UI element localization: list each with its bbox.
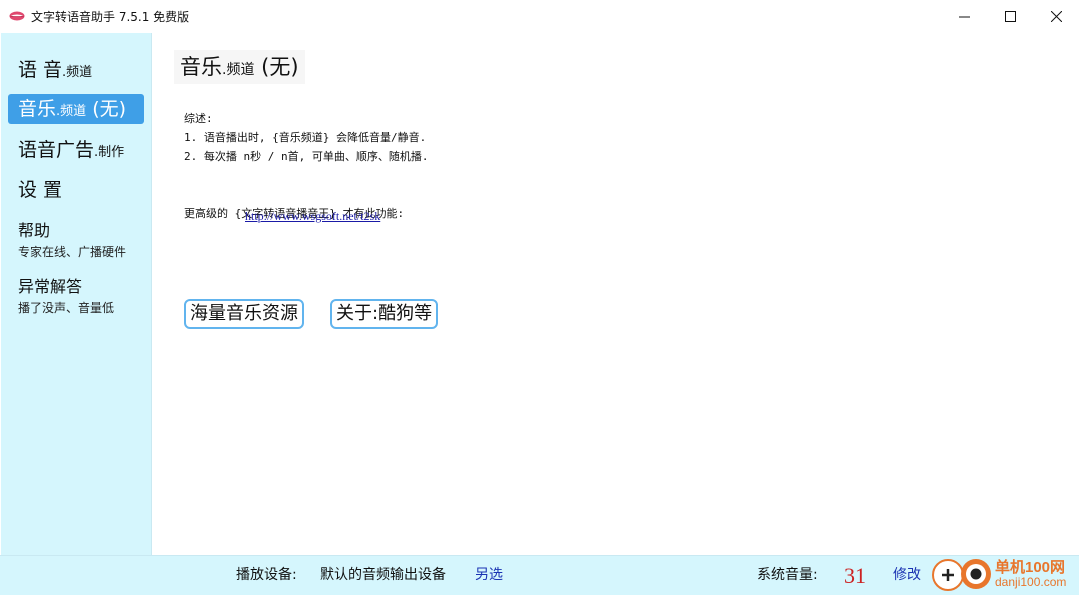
- sidebar-item-help[interactable]: 帮助 专家在线、广播硬件: [8, 217, 144, 260]
- volume-value: 31: [844, 563, 866, 588]
- window-title: 文字转语音助手 7.5.1 免费版: [31, 9, 190, 24]
- status-bar: 播放设备: 默认的音频输出设备 另选 系统音量: 31 修改: [0, 555, 1079, 595]
- sidebar-item-label: 音乐.频道 (无): [8, 94, 144, 127]
- sidebar-item-main: 音乐: [18, 98, 57, 120]
- minimize-icon: [958, 16, 970, 17]
- window-controls: [941, 0, 1079, 32]
- lips-icon: [9, 11, 25, 21]
- sidebar-item-sub: .频道: [62, 65, 93, 80]
- main-panel: 音乐.频道 (无) 综述: 1. 语音播出时, {音乐频道} 会降低音量/静音.…: [152, 33, 1079, 555]
- page-title-sub: .频道: [222, 62, 255, 78]
- maximize-button[interactable]: [987, 0, 1033, 32]
- sidebar-item-main: 异常解答: [18, 277, 83, 296]
- watermark-domain: danji100.com: [995, 575, 1067, 589]
- sidebar-item-music-channel[interactable]: 音乐.频道 (无): [8, 94, 144, 124]
- sidebar-item-desc: 播了没声、音量低: [18, 301, 115, 315]
- about-kugou-button[interactable]: 关于:酷狗等: [330, 299, 439, 329]
- watermark-plus-icon: [932, 559, 964, 591]
- sidebar-item-voice-channel[interactable]: 语 音.频道: [8, 55, 144, 82]
- close-icon: [1050, 10, 1062, 22]
- device-value: 默认的音频输出设备: [320, 567, 446, 583]
- page-title-tail: (无): [254, 55, 299, 79]
- website-link[interactable]: http://www.wsgsoft.net/t2sk: [245, 209, 380, 224]
- sidebar-item-label: 语 音.频道: [8, 55, 144, 82]
- sidebar-item-main: 帮助: [18, 221, 51, 240]
- sidebar-item-settings[interactable]: 设 置: [8, 175, 144, 202]
- close-button[interactable]: [1033, 0, 1079, 32]
- sidebar-item-voice-ad[interactable]: 语音广告.制作: [8, 135, 144, 162]
- sidebar-item-sub: .频道: [56, 104, 87, 119]
- sidebar-item-tail: (无): [86, 98, 127, 120]
- music-resources-button[interactable]: 海量音乐资源: [184, 299, 304, 329]
- minimize-button[interactable]: [941, 0, 987, 32]
- sidebar-item-main: 语音广告: [18, 139, 95, 161]
- modify-volume-link[interactable]: 修改: [893, 556, 921, 595]
- sidebar-item-label: 语音广告.制作: [8, 135, 144, 162]
- sidebar-item-desc: 专家在线、广播硬件: [18, 245, 127, 259]
- page-title: 音乐.频道 (无): [174, 50, 305, 84]
- watermark-name: 单机100网: [995, 559, 1066, 576]
- description-text: 综述: 1. 语音播出时, {音乐频道} 会降低音量/静音. 2. 每次播 n秒…: [184, 112, 429, 220]
- sidebar-item-troubleshoot[interactable]: 异常解答 播了没声、音量低: [8, 273, 144, 316]
- title-bar: 文字转语音助手 7.5.1 免费版: [0, 0, 1079, 32]
- page-title-main: 音乐: [180, 55, 222, 79]
- sidebar-item-main: 设 置: [18, 179, 63, 201]
- sidebar-item-main: 语 音: [18, 59, 63, 81]
- sidebar: 语 音.频道 音乐.频道 (无) 语音广告.制作 设 置 帮助 专家在线、广播硬…: [1, 33, 152, 555]
- sidebar-item-sub: .制作: [94, 145, 125, 160]
- maximize-icon: [1004, 10, 1016, 22]
- device-label: 播放设备:: [236, 567, 297, 583]
- volume-label: 系统音量:: [757, 567, 818, 583]
- choose-device-link[interactable]: 另选: [475, 556, 503, 595]
- watermark-dot-icon: [961, 559, 991, 589]
